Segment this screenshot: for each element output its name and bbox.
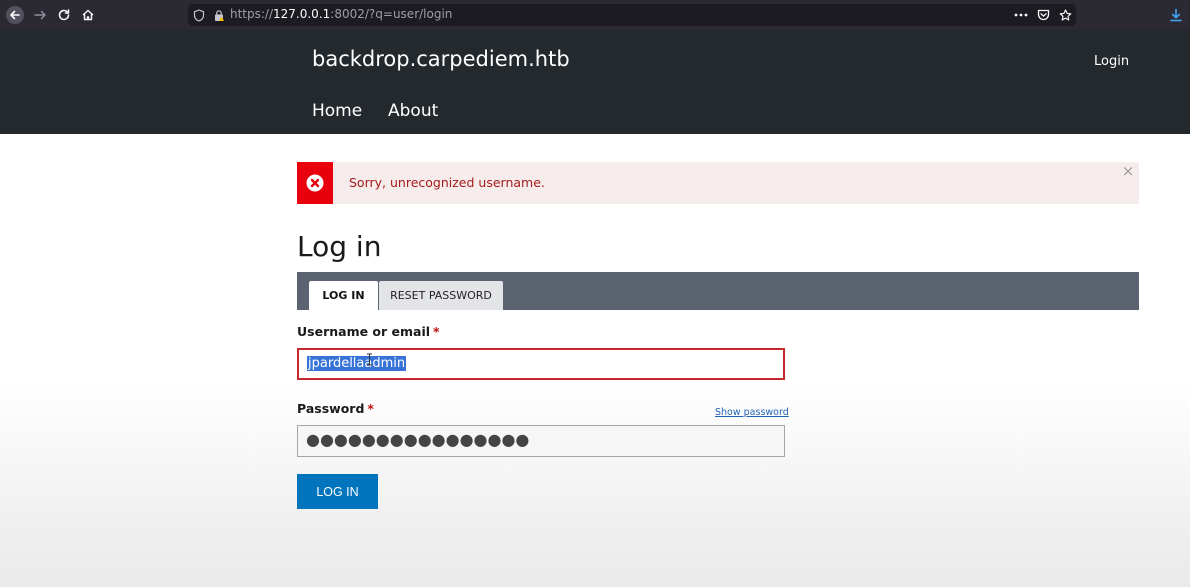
page-title: Log in — [297, 230, 382, 263]
nav-item-home[interactable]: Home — [312, 101, 362, 121]
error-icon — [297, 162, 333, 204]
log-in-button[interactable]: LOG IN — [297, 474, 378, 509]
header-login-link[interactable]: Login — [1094, 54, 1129, 69]
username-label-text: Username or email — [297, 324, 431, 339]
back-icon[interactable] — [5, 5, 25, 25]
url-path: :8002/?q=user/login — [330, 7, 453, 21]
shield-icon[interactable] — [192, 8, 206, 22]
url-host: 127.0.0.1 — [273, 7, 331, 21]
password-masked-value: ●●●●●●●●●●●●●●●● — [306, 430, 530, 449]
username-value: jpardellaadmin — [307, 356, 407, 371]
site-header: backdrop.carpediem.htb Login Home About — [0, 30, 1190, 134]
bookmark-star-icon[interactable] — [1058, 8, 1072, 22]
reload-icon[interactable] — [54, 5, 74, 25]
url-text[interactable]: https://127.0.0.1:8002/?q=user/login — [230, 7, 452, 21]
error-text: Sorry, unrecognized username. — [349, 175, 545, 190]
text-cursor-icon — [366, 351, 373, 366]
password-label: Password * — [297, 401, 374, 416]
address-bar[interactable]: https://127.0.0.1:8002/?q=user/login — [188, 4, 1076, 26]
browser-toolbar: https://127.0.0.1:8002/?q=user/login — [0, 0, 1190, 30]
tab-log-in[interactable]: LOG IN — [309, 281, 378, 310]
home-icon[interactable] — [78, 5, 98, 25]
password-input[interactable]: ●●●●●●●●●●●●●●●● — [297, 425, 785, 457]
url-prefix: https:// — [230, 7, 274, 21]
required-marker: * — [433, 324, 440, 339]
password-label-text: Password — [297, 401, 365, 416]
close-icon[interactable]: × — [1121, 163, 1135, 179]
forward-icon[interactable] — [30, 5, 50, 25]
error-message: Sorry, unrecognized username. × — [297, 162, 1139, 204]
site-name-link[interactable]: backdrop.carpediem.htb — [312, 47, 570, 71]
lock-icon[interactable] — [212, 8, 226, 22]
tab-reset-password[interactable]: RESET PASSWORD — [379, 281, 503, 310]
nav-item-about[interactable]: About — [388, 101, 438, 121]
download-icon[interactable] — [1166, 5, 1186, 25]
tabs-bar: LOG IN RESET PASSWORD — [297, 272, 1139, 310]
required-marker: * — [367, 401, 374, 416]
username-label: Username or email * — [297, 324, 440, 339]
more-icon[interactable] — [1014, 8, 1028, 22]
pocket-icon[interactable] — [1036, 8, 1050, 22]
show-password-link[interactable]: Show password — [715, 407, 789, 418]
